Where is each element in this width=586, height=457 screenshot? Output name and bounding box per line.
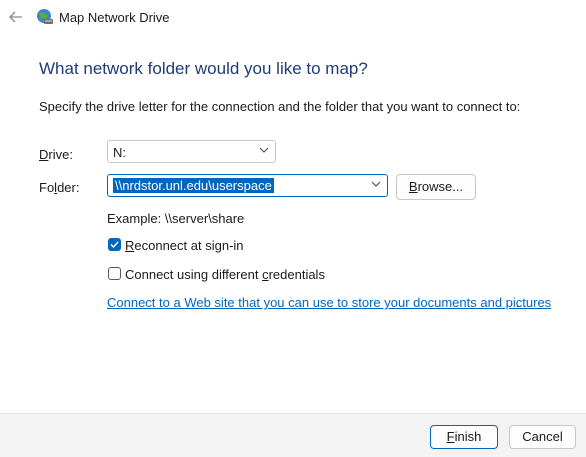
credentials-label[interactable]: Connect using different credentials (125, 267, 325, 282)
credentials-label-pre: Connect using different (125, 267, 263, 282)
title-bar: Map Network Drive (0, 0, 586, 36)
drive-label-rest: rive: (48, 147, 73, 162)
web-link-period: . (516, 295, 520, 310)
cancel-button[interactable]: Cancel (509, 425, 576, 449)
folder-label-rest: der: (57, 180, 80, 195)
reconnect-label[interactable]: Reconnect at sign-in (125, 238, 244, 253)
network-drive-icon (37, 9, 53, 24)
checkmark-icon (110, 241, 119, 249)
reconnect-checkbox[interactable] (108, 238, 121, 251)
chevron-down-icon[interactable] (371, 181, 381, 188)
reconnect-label-rest: econnect at sign-in (134, 238, 244, 253)
drive-letter-value: N: (113, 145, 126, 160)
back-arrow-icon (9, 11, 22, 23)
browse-label-rest: rowse... (417, 179, 464, 194)
reconnect-accesskey: R (125, 238, 135, 253)
credentials-label-rest: redentials (268, 267, 325, 282)
credentials-checkbox[interactable] (108, 267, 121, 280)
finish-label-rest: inish (454, 429, 482, 444)
example-text: Example: \\server\share (107, 211, 245, 226)
folder-label: Folder: (39, 180, 79, 195)
drive-letter-select[interactable]: N: (107, 140, 276, 163)
drive-label: Drive: (39, 147, 73, 162)
finish-button[interactable]: Finish (430, 425, 498, 449)
drive-label-accesskey: D (39, 147, 49, 162)
finish-accesskey: F (446, 429, 455, 444)
web-site-link[interactable]: Connect to a Web site that you can use t… (107, 295, 551, 310)
browse-button[interactable]: Browse... (396, 174, 476, 200)
folder-path-combobox[interactable]: \\nrdstor.unl.edu\userspace (107, 174, 388, 197)
page-heading: What network folder would you like to ma… (39, 59, 368, 78)
instructions-text: Specify the drive letter for the connect… (39, 99, 521, 114)
folder-path-value: \\nrdstor.unl.edu\userspace (113, 178, 274, 193)
chevron-down-icon (259, 147, 269, 153)
folder-label-pre: Fo (39, 180, 55, 195)
window-title: Map Network Drive (59, 10, 170, 25)
dialog-footer: Finish Cancel (0, 413, 586, 457)
browse-accesskey: B (408, 179, 418, 194)
back-button[interactable] (6, 6, 26, 28)
